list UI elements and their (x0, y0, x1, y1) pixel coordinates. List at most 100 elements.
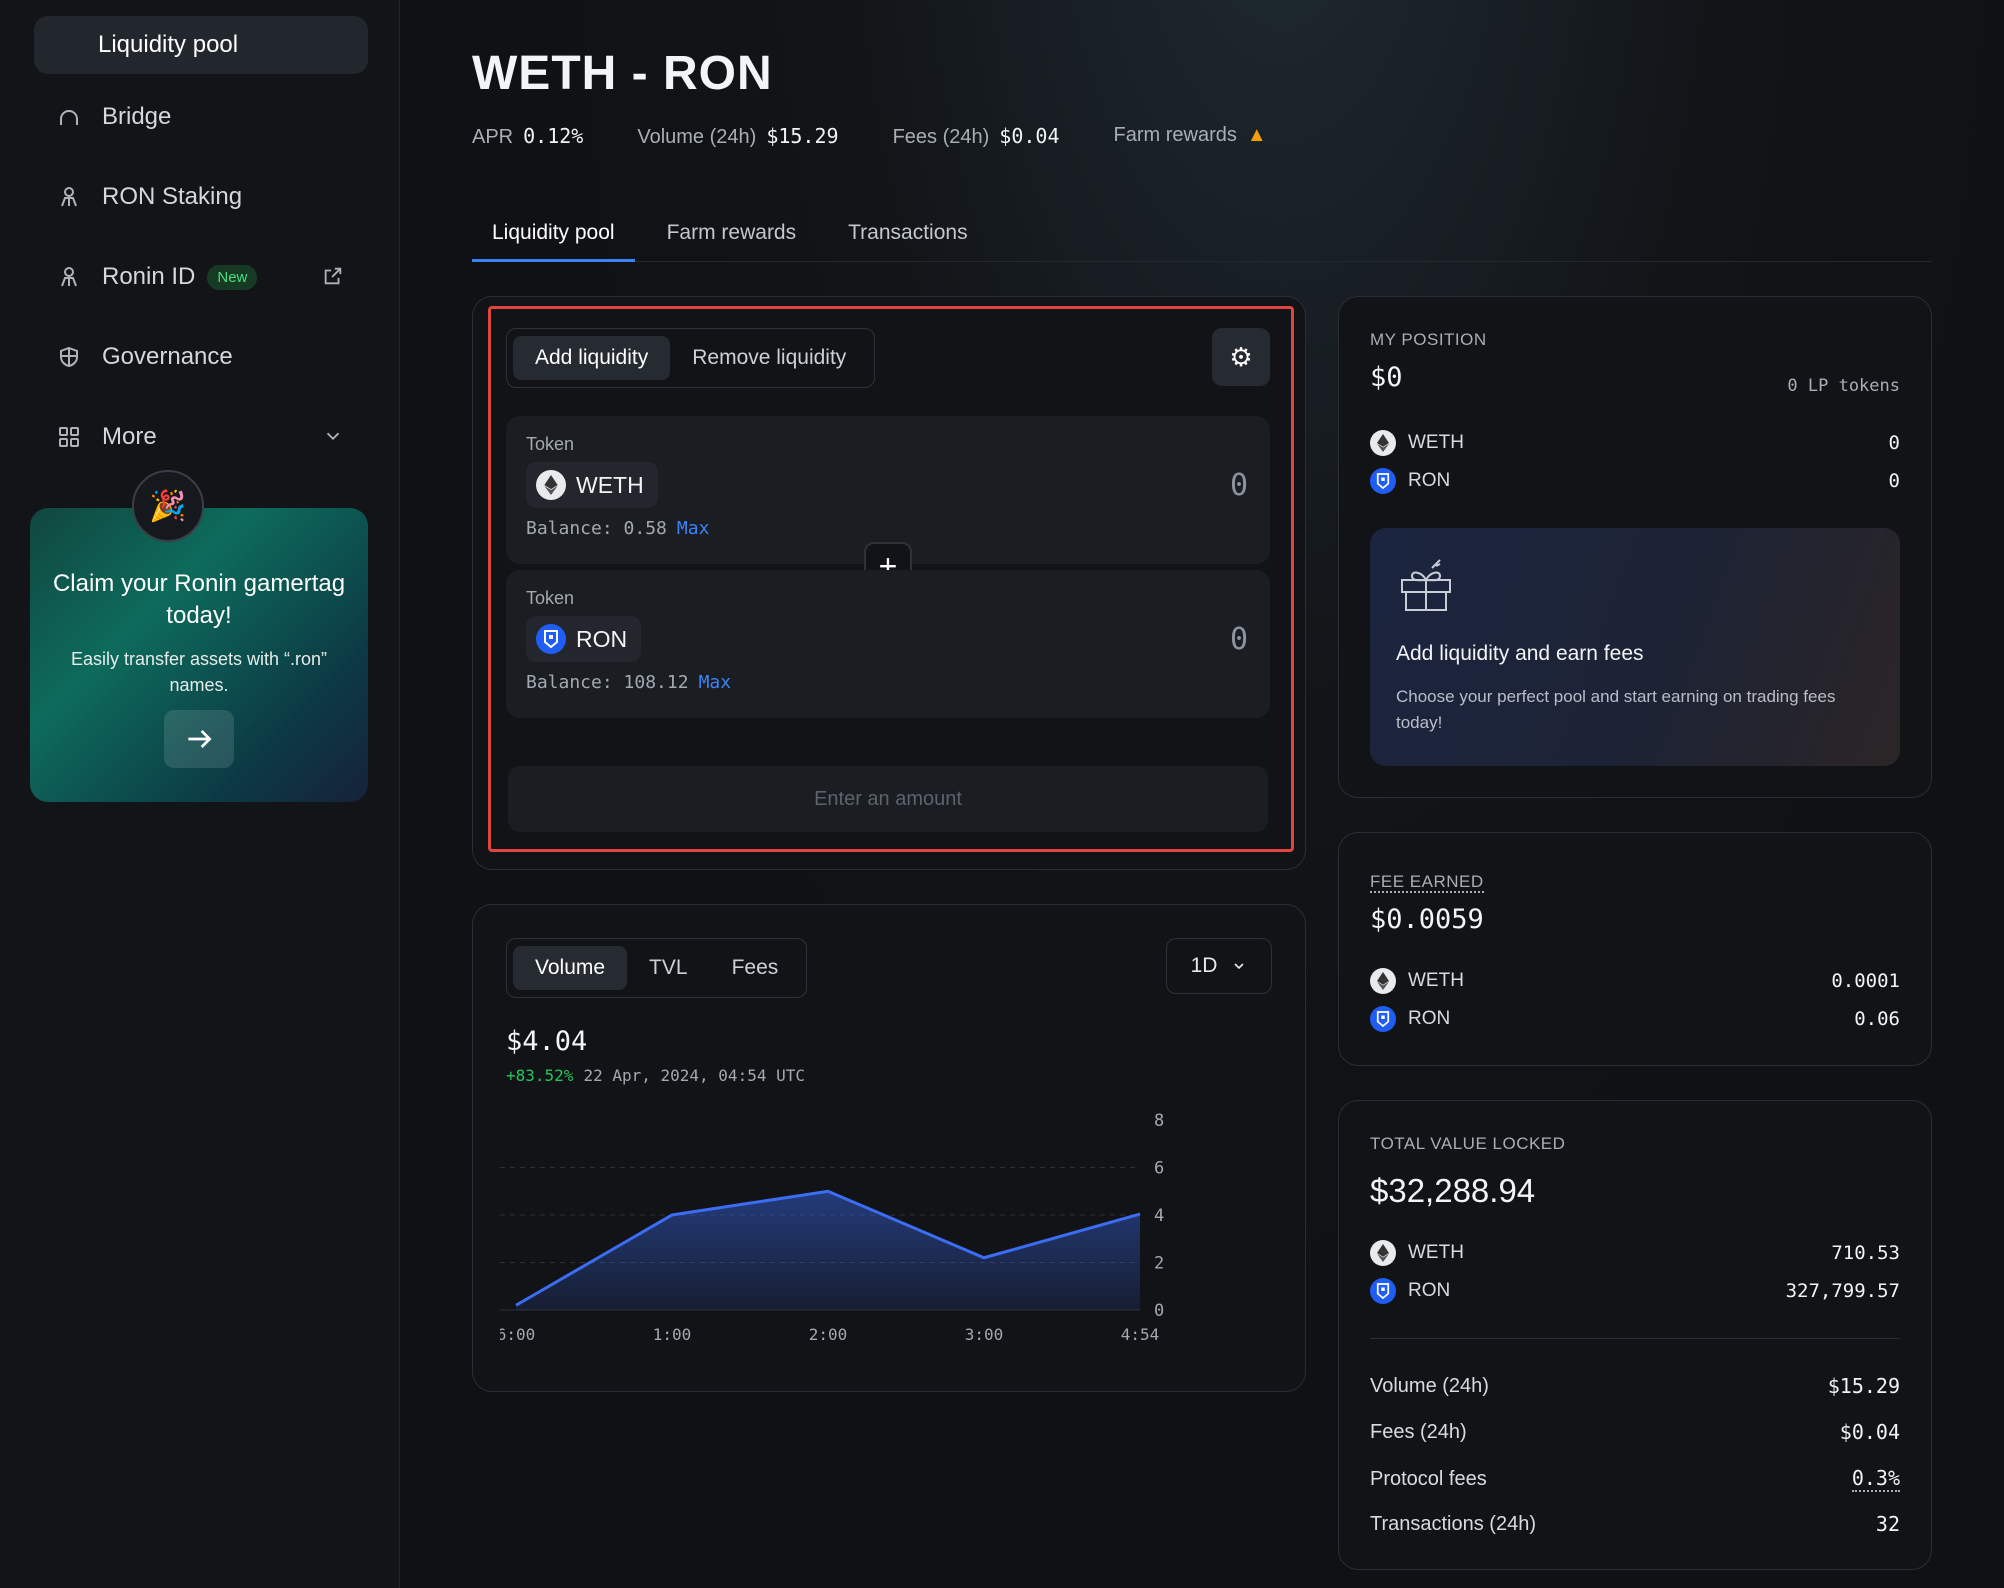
sidebar-item-label: RON Staking (102, 183, 243, 210)
stat-row: Fees (24h) $0.04 (1370, 1420, 1900, 1444)
y-tick-label: 4 (1154, 1206, 1164, 1226)
ron-icon (1370, 1278, 1396, 1304)
x-tick-label: 2:00 (809, 1325, 848, 1344)
balance-text: Balance: 108.12 (526, 672, 689, 693)
sidebar-item-more[interactable]: More (34, 408, 368, 466)
earn-text: Choose your perfect pool and start earni… (1396, 687, 1836, 732)
add-liquidity-tab[interactable]: Add liquidity (513, 336, 671, 380)
liquidity-mode-toggle: Add liquidity Remove liquidity (506, 328, 876, 388)
fee-earned-label-wrap: FEE EARNED (1370, 872, 1484, 893)
fees-value: $0.04 (999, 124, 1060, 148)
tvl-weth-row: WETH 710.53 (1370, 1240, 1900, 1266)
token-label: RON (1408, 1280, 1451, 1301)
farm-rewards-label: Farm rewards (1113, 124, 1237, 146)
range-dropdown[interactable]: 1D (1166, 938, 1272, 994)
main-content: WETH - RON APR 0.12% Volume (24h) $15.29 F… (400, 0, 2004, 1588)
token-a-max-button[interactable]: Max (677, 518, 710, 539)
sidebar: Liquidity pool Bridge RON Staking Ronin … (0, 0, 400, 1588)
token-label: WETH (1408, 1242, 1464, 1263)
warning-icon: ▲ (1246, 124, 1267, 146)
gear-icon: ⚙ (1229, 341, 1253, 372)
token-a-selector[interactable]: WETH (526, 462, 658, 508)
ron-icon (1370, 1006, 1396, 1032)
sidebar-item-bridge[interactable]: Bridge (34, 88, 368, 146)
tvl-value: $32,288.94 (1370, 1172, 1536, 1209)
sidebar-item-governance[interactable]: Governance (34, 328, 368, 386)
chevron-down-icon (322, 425, 344, 454)
sidebar-item-ronin-id[interactable]: Ronin ID New (34, 248, 368, 306)
sidebar-item-label: More (102, 423, 157, 450)
sidebar-item-ron-staking[interactable]: RON Staking (34, 168, 368, 226)
lp-tokens: 0 LP tokens (1787, 376, 1900, 396)
fees-label: Fees (24h) (892, 126, 990, 148)
tab-liquidity-pool[interactable]: Liquidity pool (472, 218, 635, 262)
party-popper-icon: 🎉 (132, 470, 204, 542)
page-title: WETH - RON (472, 47, 773, 100)
y-tick-label: 6 (1154, 1159, 1164, 1179)
apr-label: APR (472, 126, 514, 148)
stat-row: Protocol fees 0.3% (1370, 1466, 1900, 1492)
divider (1370, 1338, 1900, 1339)
tab-farm-rewards[interactable]: Farm rewards (647, 218, 817, 262)
token-b-label: Token (526, 588, 575, 608)
x-tick-label: 1:00 (653, 1325, 692, 1344)
fees-tab[interactable]: Fees (710, 946, 801, 990)
y-tick-label: 8 (1154, 1111, 1164, 1131)
x-tick-label: 6:00 (500, 1325, 535, 1344)
fee-earned-label[interactable]: FEE EARNED (1370, 872, 1484, 893)
enter-amount-button[interactable]: Enter an amount (508, 766, 1268, 832)
stat-label: Volume (24h) (1370, 1374, 1489, 1397)
chart-timestamp: 22 Apr, 2024, 04:54 UTC (583, 1066, 805, 1085)
tab-transactions[interactable]: Transactions (828, 218, 987, 262)
tvl-tab[interactable]: TVL (627, 946, 710, 990)
token-label: WETH (1408, 970, 1464, 991)
token-a-balance: Balance: 0.58 Max (526, 518, 709, 539)
token-value: 0 (1888, 432, 1900, 454)
token-a-symbol: WETH (576, 471, 644, 498)
volume-tab[interactable]: Volume (513, 946, 628, 990)
token-b-max-button[interactable]: Max (699, 672, 732, 693)
gamertag-promo-card: Claim your Ronin gamertag today! Easily … (30, 508, 368, 802)
weth-icon (1370, 1240, 1396, 1266)
stat-row: Volume (24h) $15.29 (1370, 1374, 1900, 1398)
token-b-amount[interactable]: 0 (1230, 622, 1248, 657)
token-label: RON (1408, 1008, 1451, 1029)
pool-stats: APR 0.12% Volume (24h) $15.29 Fees (24h) $0… (472, 124, 1267, 149)
token-label: WETH (1408, 432, 1464, 453)
volume-label: Volume (24h) (637, 126, 757, 148)
token-b-balance: Balance: 108.12 Max (526, 672, 731, 693)
x-tick-label: 4:54 (1121, 1325, 1160, 1344)
sidebar-item-label: Bridge (102, 103, 172, 130)
promo-title: Claim your Ronin gamertag today! (52, 570, 346, 629)
volume-chart: 0 2 4 6 8 6:00 1:00 2:00 3:00 4:54 (500, 1111, 1164, 1344)
sidebar-item-liquidity-pool[interactable]: Liquidity pool (34, 16, 368, 74)
sidebar-item-label: Governance (102, 343, 233, 370)
stat-value[interactable]: 0.3% (1851, 1466, 1900, 1492)
ron-icon (1370, 468, 1396, 494)
ronin-id-icon (56, 264, 82, 290)
token-b-symbol: RON (576, 625, 628, 652)
x-tick-label: 3:00 (965, 1325, 1004, 1344)
token-value: 0.0001 (1831, 970, 1900, 992)
balance-text: Balance: 0.58 (526, 518, 667, 539)
token-value: 0 (1888, 470, 1900, 492)
token-value: 0.06 (1854, 1008, 1900, 1030)
promo-arrow-button[interactable] (164, 710, 234, 768)
chart-change: +83.52% 22 Apr, 2024, 04:54 UTC (506, 1066, 805, 1085)
grid-icon (56, 424, 82, 450)
token-a-amount[interactable]: 0 (1230, 468, 1248, 503)
stat-row: Transactions (24h) 32 (1370, 1512, 1900, 1536)
token-b-selector[interactable]: RON (526, 616, 642, 662)
weth-icon (1370, 968, 1396, 994)
arrow-right-icon (188, 730, 212, 748)
settings-button[interactable]: ⚙ (1212, 328, 1270, 386)
stat-value: $0.04 (1839, 1420, 1900, 1444)
fee-earned-value: $0.0059 (1370, 904, 1484, 935)
apr-value: 0.12% (523, 124, 584, 148)
volume-value: $15.29 (766, 124, 839, 148)
promo-text: Easily transfer assets with “.ron” names… (70, 649, 328, 695)
tvl-card (1338, 1100, 1932, 1570)
staking-icon (56, 184, 82, 210)
token-value: 710.53 (1831, 1242, 1900, 1264)
remove-liquidity-tab[interactable]: Remove liquidity (670, 336, 868, 380)
